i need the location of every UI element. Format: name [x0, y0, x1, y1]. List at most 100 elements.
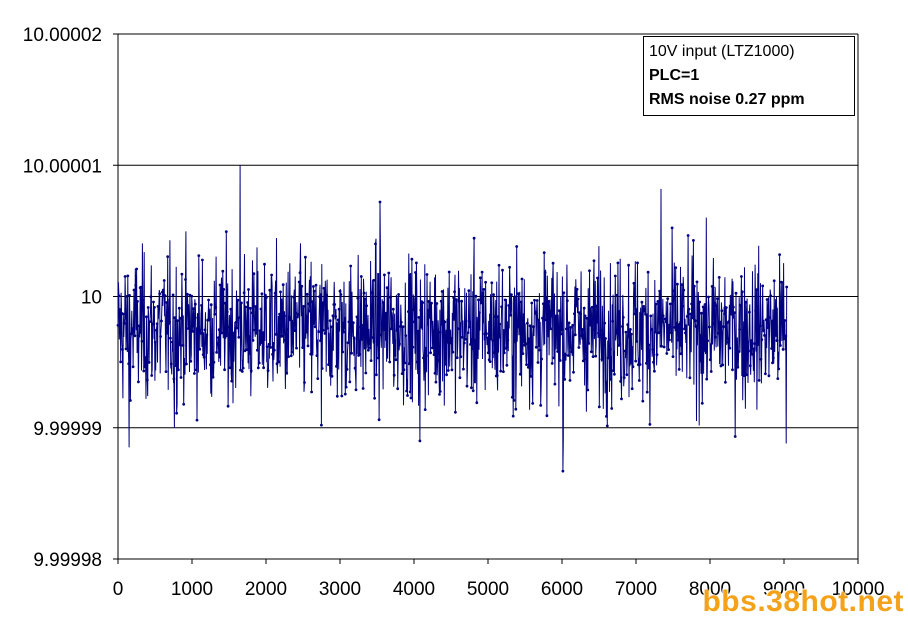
data-point — [361, 387, 365, 390]
data-point — [573, 312, 576, 316]
data-point — [255, 331, 258, 335]
data-point — [245, 348, 249, 351]
data-point — [429, 351, 432, 355]
data-point — [119, 360, 123, 364]
data-point — [398, 342, 401, 346]
data-point — [534, 345, 538, 349]
data-point — [304, 255, 307, 259]
data-point — [605, 424, 609, 428]
data-point — [317, 330, 321, 334]
data-point — [759, 357, 763, 361]
data-point — [212, 360, 216, 364]
data-point — [684, 331, 687, 335]
data-point — [512, 399, 516, 402]
data-point — [195, 418, 199, 422]
data-point — [462, 367, 465, 371]
data-point — [482, 288, 486, 291]
data-point — [368, 346, 372, 350]
data-point — [395, 329, 399, 332]
data-point — [508, 265, 511, 269]
data-point — [257, 361, 261, 365]
data-point — [716, 297, 719, 300]
data-point — [185, 292, 189, 296]
data-point — [455, 356, 459, 360]
data-point — [342, 330, 345, 334]
data-point — [355, 315, 359, 319]
data-point — [730, 295, 733, 299]
data-point — [619, 380, 622, 383]
data-point — [581, 328, 584, 331]
data-point — [499, 369, 503, 373]
data-point — [296, 313, 300, 317]
data-point — [453, 290, 456, 294]
data-point — [292, 295, 296, 299]
data-point — [779, 280, 783, 284]
data-point — [624, 330, 628, 334]
data-point — [392, 373, 396, 377]
data-point — [663, 317, 667, 321]
data-point — [748, 310, 751, 314]
data-point — [378, 200, 382, 204]
y-tick-label: 9.99999 — [33, 419, 102, 440]
data-point — [249, 369, 253, 373]
data-point — [732, 305, 735, 309]
legend-line-rms: RMS noise 0.27 ppm — [649, 91, 805, 108]
data-point — [343, 392, 347, 396]
data-point — [667, 348, 670, 351]
data-point — [776, 377, 780, 380]
x-tick-label: 2000 — [245, 579, 287, 600]
data-point — [428, 308, 432, 312]
data-point — [585, 316, 589, 320]
data-point — [530, 301, 534, 305]
data-point — [397, 293, 400, 296]
data-point — [642, 305, 646, 308]
data-point — [315, 354, 319, 357]
data-point — [784, 334, 788, 338]
data-point — [464, 319, 468, 323]
data-point — [447, 270, 451, 274]
data-point — [529, 375, 533, 378]
x-tick-label: 3000 — [319, 579, 361, 600]
data-point — [531, 402, 535, 405]
data-point — [551, 261, 555, 265]
data-point — [779, 344, 782, 347]
data-point — [666, 297, 670, 300]
data-point — [353, 366, 357, 370]
data-point — [285, 371, 289, 375]
data-point — [445, 373, 448, 377]
data-point — [600, 358, 604, 361]
data-point — [662, 345, 666, 349]
data-point — [681, 304, 685, 308]
data-point — [377, 418, 381, 422]
data-point — [131, 365, 135, 369]
data-point — [496, 315, 500, 319]
data-point — [599, 329, 603, 332]
data-point — [248, 306, 252, 310]
data-point — [179, 376, 183, 379]
data-point — [263, 262, 266, 266]
data-point — [329, 325, 333, 329]
data-point — [589, 323, 592, 327]
data-point — [660, 320, 664, 323]
data-point — [186, 327, 190, 330]
data-point — [514, 407, 518, 411]
data-point — [641, 399, 645, 403]
data-point — [121, 348, 124, 351]
data-point — [411, 345, 415, 349]
data-point — [301, 346, 305, 349]
data-point — [454, 410, 457, 414]
data-point — [406, 394, 409, 397]
data-point — [439, 299, 443, 303]
data-point — [477, 298, 480, 302]
data-point — [281, 283, 285, 287]
data-point — [208, 317, 211, 321]
data-point — [645, 361, 648, 365]
y-tick-label: 10 — [81, 288, 102, 309]
data-point — [200, 304, 203, 307]
data-point — [289, 354, 293, 358]
data-point — [201, 353, 205, 356]
data-point — [364, 371, 368, 375]
data-point — [706, 339, 709, 343]
data-point — [211, 375, 215, 379]
data-point — [597, 331, 600, 335]
